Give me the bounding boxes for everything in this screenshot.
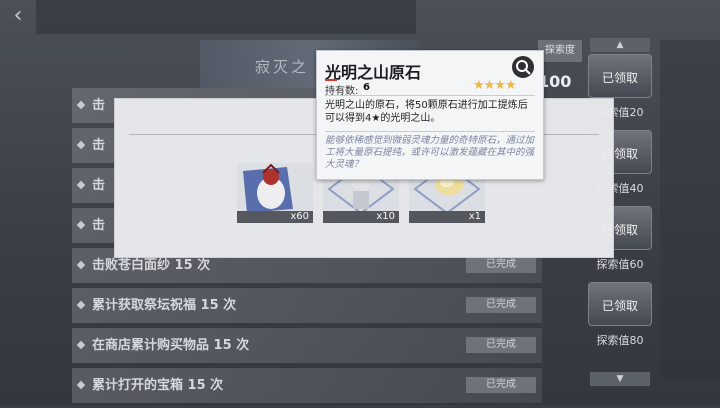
hold-count-value: 6 [363,82,370,93]
claimed-label: 已领取 [601,299,638,313]
chest-icon: 已领取 [588,54,652,98]
character-card-icon [237,163,313,215]
task-label: 击败苍白面纱 15 次 [92,258,211,273]
bullet-icon [76,380,86,389]
explore-header: 探索度 [538,40,582,62]
tooltip-divider [325,95,535,96]
status-badge: 已完成 [466,337,536,353]
right-decoration [660,40,720,380]
task-label: 累计获取祭坛祝福 15 次 [92,298,237,313]
item-flavor-text: 能够依稀感觉到微弱灵魂力量的奇特原石，通过加工将大量原石提纯，或许可以激发蕴藏在… [325,135,535,170]
task-row: 累计获取祭坛祝福 15 次 已完成 [72,288,542,323]
status-badge: 已完成 [466,297,536,313]
task-label: 击 [92,218,106,233]
task-label: 击 [92,178,106,193]
bullet-icon [76,220,86,229]
claimed-label: 已领取 [601,71,638,85]
bullet-icon [76,340,86,349]
bullet-icon [76,300,86,309]
scroll-up-button[interactable]: ▲ [590,38,650,52]
explore-threshold: 探索值60 [596,258,644,271]
chest-icon: 已领取 [588,282,652,326]
banner-title: 寂灭之 [255,58,310,76]
back-arrow-icon[interactable]: ‹ [6,4,30,28]
task-label: 击 [92,138,106,153]
item-count: x1 [409,211,485,223]
bullet-icon [76,260,86,269]
tooltip-divider [325,131,535,132]
item-description: 光明之山的原石，将50颗原石进行加工提炼后可以得到4★的光明之山。 [325,100,528,124]
task-label: 在商店累计购买物品 15 次 [92,338,250,353]
status-badge: 已完成 [466,257,536,273]
task-row: 在商店累计购买物品 15 次 已完成 [72,328,542,363]
scroll-down-button[interactable]: ▼ [590,372,650,386]
bullet-icon [76,100,86,109]
reward-slot[interactable]: x60 [237,163,313,223]
rarity-stars: ★★★★ [473,78,517,93]
top-bar [36,0,416,34]
item-title: 光明之山原石 [325,63,422,82]
reward-item[interactable]: 已领取 探索值20 [588,54,652,119]
item-count: x60 [237,211,313,223]
bullet-icon [76,140,86,149]
title-accent [325,79,337,81]
explore-threshold: 探索值80 [596,334,644,347]
status-badge: 已完成 [466,377,536,393]
search-icon[interactable] [512,56,534,78]
item-tooltip: 光明之山原石 持有数: 6 ★★★★ 光明之山的原石，将50颗原石进行加工提炼后… [316,50,544,180]
task-label: 击 [92,98,106,113]
item-count: x10 [323,211,399,223]
bullet-icon [76,180,86,189]
task-row: 累计打开的宝箱 15 次 已完成 [72,368,542,403]
task-label: 累计打开的宝箱 15 次 [92,378,224,393]
reward-item[interactable]: 已领取 探索值80 [588,282,652,347]
